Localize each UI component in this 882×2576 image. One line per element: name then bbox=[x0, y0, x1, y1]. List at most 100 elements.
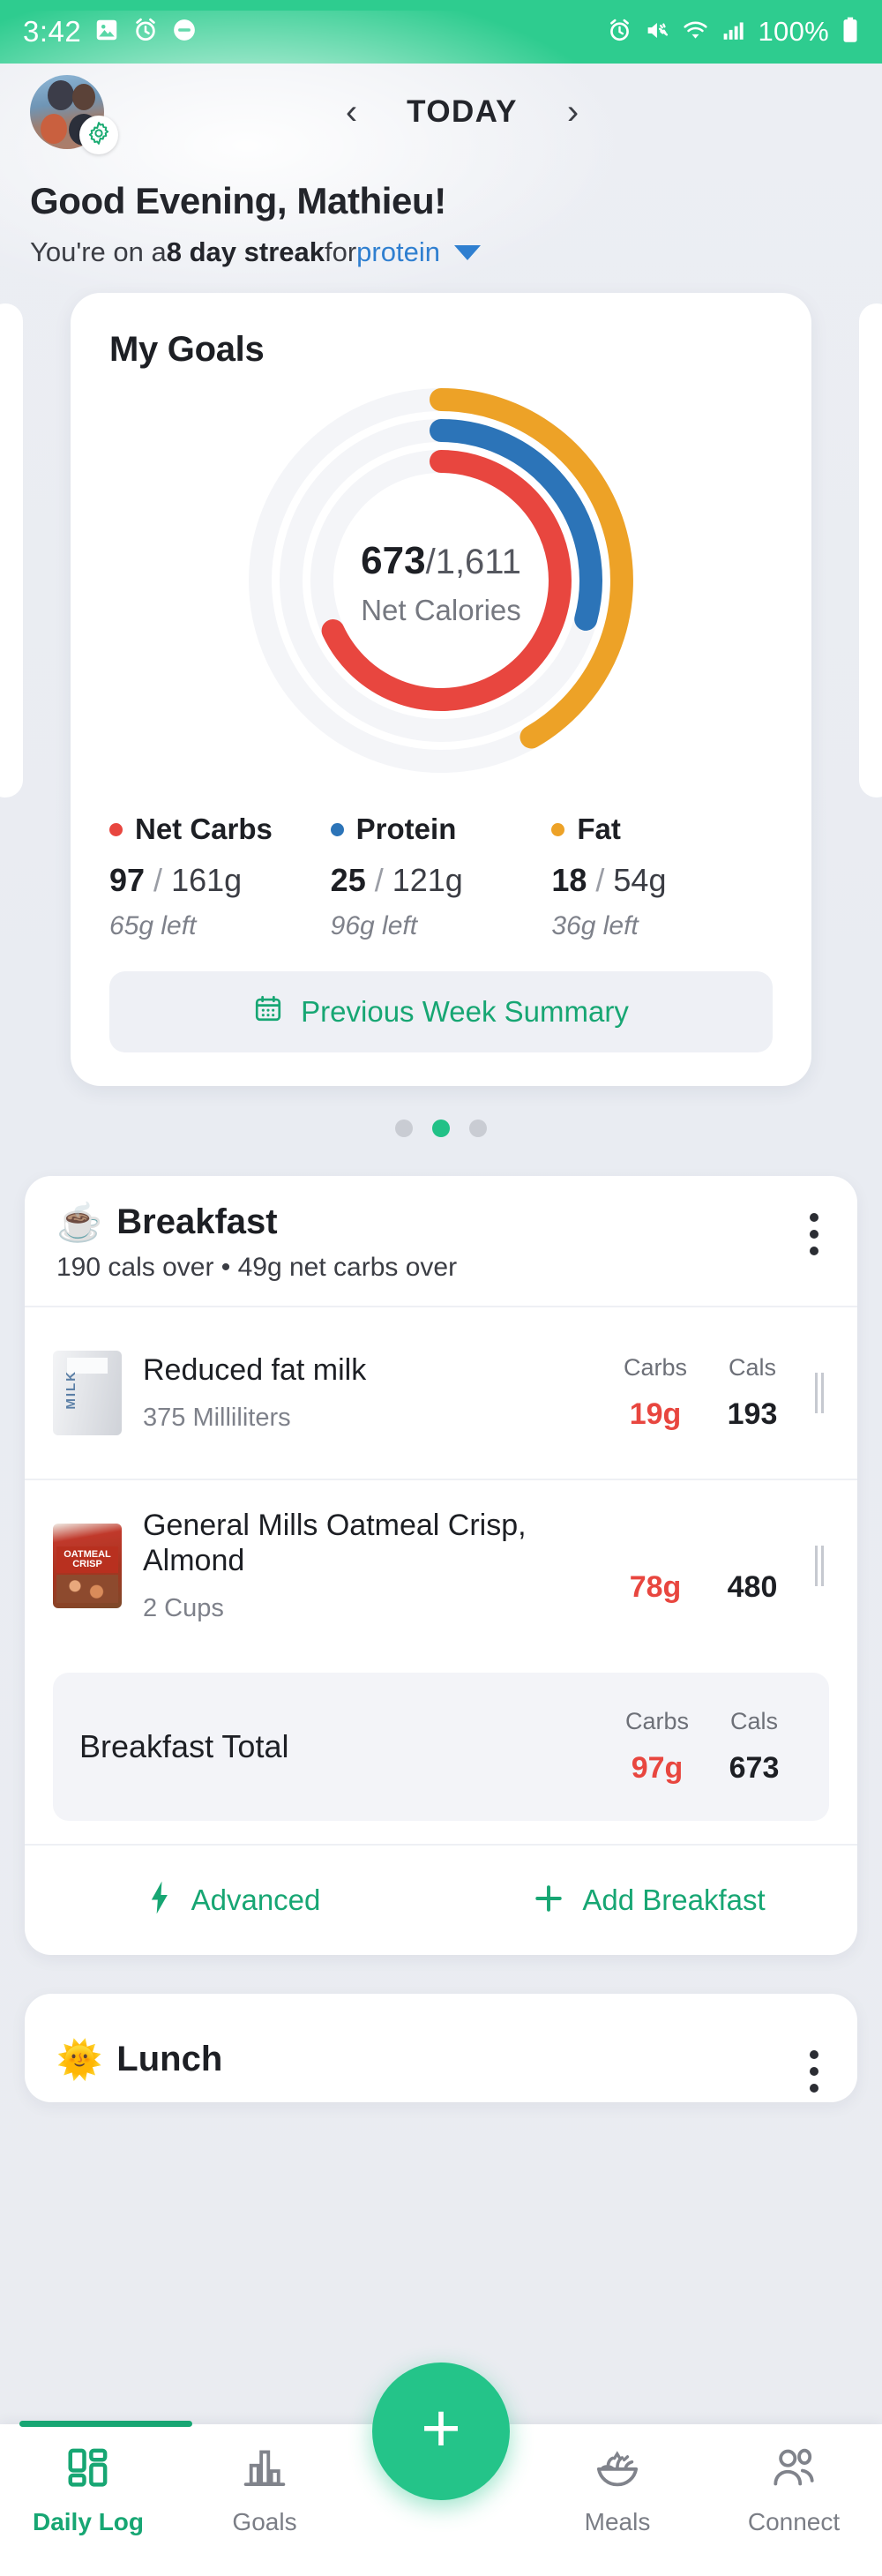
drag-handle-icon[interactable] bbox=[810, 1546, 829, 1586]
nav-item-meals[interactable]: Meals bbox=[529, 2444, 706, 2536]
pagination-dot-active[interactable] bbox=[432, 1120, 450, 1137]
food-nutrition: . 78g . 480 bbox=[607, 1527, 801, 1605]
carousel-pagination bbox=[9, 1120, 873, 1137]
carousel-peek-right[interactable] bbox=[859, 303, 882, 798]
meal-header: ☕ Breakfast 190 cals over • 49g net carb… bbox=[25, 1176, 857, 1306]
macro-name-row: Net Carbs bbox=[109, 812, 331, 846]
cals-header: Cals bbox=[728, 1354, 776, 1381]
streak-value: 8 day streak bbox=[166, 236, 325, 267]
macro-ring-chart: 673/1,611 Net Calories bbox=[212, 373, 670, 788]
table-row[interactable]: MILK Reduced fat milk 375 Milliliters Ca… bbox=[25, 1306, 857, 1479]
meal-options-button[interactable] bbox=[810, 1213, 818, 1255]
total-carbs-value: 97g bbox=[631, 1751, 684, 1785]
meal-options-button[interactable] bbox=[810, 2050, 818, 2093]
avatar[interactable] bbox=[30, 75, 118, 154]
net-calories-value-row: 673/1,611 bbox=[212, 539, 670, 583]
meal-title-row: 🌞 Lunch bbox=[56, 2040, 826, 2079]
chevron-down-icon[interactable] bbox=[453, 244, 481, 260]
meal-subtitle: 190 cals over • 49g net carbs over bbox=[56, 1253, 458, 1282]
macro-current: 25 bbox=[330, 862, 366, 898]
app-header: ‹ TODAY › Good Evening, Mathieu! You're … bbox=[0, 11, 882, 311]
calendar-icon bbox=[253, 993, 283, 1030]
nav-item-goals[interactable]: Goals bbox=[176, 2444, 353, 2536]
carousel-peek-left[interactable] bbox=[0, 303, 23, 798]
app-screen: 3:42 100% bbox=[0, 0, 882, 2576]
advanced-button[interactable]: Advanced bbox=[25, 1846, 441, 1955]
macro-remaining: 65g left bbox=[109, 911, 197, 940]
macro-fat[interactable]: Fat 18 / 54g 36g left bbox=[551, 812, 773, 941]
macro-legend: Net Carbs 97 / 161g 65g left Protein 25 … bbox=[109, 812, 773, 941]
streak-metric[interactable]: protein bbox=[356, 236, 440, 268]
people-icon bbox=[770, 2444, 818, 2496]
nav-label: Daily Log bbox=[32, 2508, 144, 2535]
carbs-column: Carbs 97g bbox=[609, 1708, 706, 1786]
meal-total-row: Breakfast Total Carbs 97g Cals 673 bbox=[53, 1673, 829, 1821]
meal-header: 🌞 Lunch bbox=[25, 1994, 857, 2102]
current-date-label[interactable]: TODAY bbox=[407, 94, 518, 130]
bolt-icon bbox=[146, 1880, 174, 1921]
carbs-column: Carbs 19g bbox=[607, 1354, 704, 1432]
macro-goal: 161g bbox=[171, 862, 243, 898]
next-day-button[interactable]: › bbox=[567, 94, 579, 130]
cals-value: 480 bbox=[727, 1570, 778, 1604]
settings-button[interactable] bbox=[79, 116, 118, 154]
signal-icon bbox=[721, 18, 746, 47]
cals-column: Cals 193 bbox=[704, 1354, 801, 1432]
goals-carousel: My Goals 673/1,611 Net Calories Net Carb… bbox=[0, 293, 882, 1137]
macro-label: Net Carbs bbox=[135, 812, 273, 845]
nav-item-daily-log[interactable]: Daily Log bbox=[0, 2421, 192, 2536]
streak-prefix: You're on a bbox=[30, 236, 167, 267]
meal-total-wrapper: Breakfast Total Carbs 97g Cals 673 bbox=[25, 1651, 857, 1844]
plus-icon bbox=[533, 1880, 564, 1921]
salad-bowl-icon bbox=[594, 2444, 641, 2496]
macro-name-row: Fat bbox=[551, 812, 773, 846]
total-cals-value: 673 bbox=[729, 1751, 780, 1785]
pagination-dot[interactable] bbox=[395, 1120, 413, 1137]
macro-value-row: 18 / 54g bbox=[551, 862, 773, 899]
goals-card-title: My Goals bbox=[109, 330, 265, 369]
food-info: Reduced fat milk 375 Milliliters bbox=[143, 1353, 607, 1433]
table-row[interactable]: OATMEAL CRISP General Mills Oatmeal Crisp… bbox=[25, 1479, 857, 1651]
nav-label: Meals bbox=[584, 2508, 651, 2535]
previous-day-button[interactable]: ‹ bbox=[346, 94, 357, 130]
macro-net-carbs[interactable]: Net Carbs 97 / 161g 65g left bbox=[109, 812, 331, 941]
nav-label: Goals bbox=[232, 2508, 297, 2535]
food-quantity: 2 Cups bbox=[143, 1593, 224, 1622]
carbs-header: Carbs bbox=[623, 1354, 688, 1381]
cals-header: Cals bbox=[729, 1708, 778, 1734]
meal-title: Breakfast bbox=[116, 1202, 278, 1241]
ring-center-text: 673/1,611 Net Calories bbox=[212, 539, 670, 627]
add-breakfast-button[interactable]: Add Breakfast bbox=[441, 1846, 857, 1955]
previous-week-summary-label: Previous Week Summary bbox=[301, 995, 629, 1028]
mute-icon bbox=[645, 18, 670, 47]
wifi-icon bbox=[683, 18, 708, 47]
legend-dot-icon bbox=[330, 822, 344, 836]
macro-remaining: 36g left bbox=[551, 911, 639, 940]
previous-week-summary-button[interactable]: Previous Week Summary bbox=[109, 971, 773, 1052]
food-name: Reduced fat milk bbox=[143, 1352, 367, 1387]
meal-title: Lunch bbox=[116, 2040, 223, 2078]
meal-total-label: Breakfast Total bbox=[79, 1728, 289, 1764]
header-top-row: ‹ TODAY › bbox=[30, 64, 852, 161]
cals-value: 193 bbox=[727, 1397, 778, 1431]
advanced-label: Advanced bbox=[191, 1883, 321, 1916]
macro-protein[interactable]: Protein 25 / 121g 96g left bbox=[330, 812, 552, 941]
macro-separator: / bbox=[587, 862, 614, 898]
status-bar-right: 100% bbox=[607, 16, 860, 48]
meal-title-row: ☕ Breakfast bbox=[56, 1202, 826, 1242]
date-navigator: ‹ TODAY › bbox=[104, 94, 820, 130]
food-info: General Mills Oatmeal Crisp, Almond 2 Cu… bbox=[143, 1509, 607, 1622]
nav-item-connect[interactable]: Connect bbox=[706, 2444, 882, 2536]
add-entry-fab[interactable]: + bbox=[372, 2363, 510, 2500]
meal-total-nutrition: Carbs 97g Cals 673 bbox=[609, 1708, 803, 1786]
streak-line: You're on a 8 day streak for protein bbox=[30, 236, 852, 268]
bar-chart-icon bbox=[241, 2444, 288, 2496]
macro-label: Fat bbox=[577, 812, 621, 845]
dashboard-icon bbox=[64, 2444, 112, 2496]
cals-column: . 480 bbox=[704, 1527, 801, 1605]
drag-handle-icon[interactable] bbox=[810, 1373, 829, 1413]
legend-dot-icon bbox=[551, 822, 565, 836]
macro-separator: / bbox=[145, 862, 172, 898]
pagination-dot[interactable] bbox=[469, 1120, 487, 1137]
gear-icon bbox=[86, 121, 111, 150]
